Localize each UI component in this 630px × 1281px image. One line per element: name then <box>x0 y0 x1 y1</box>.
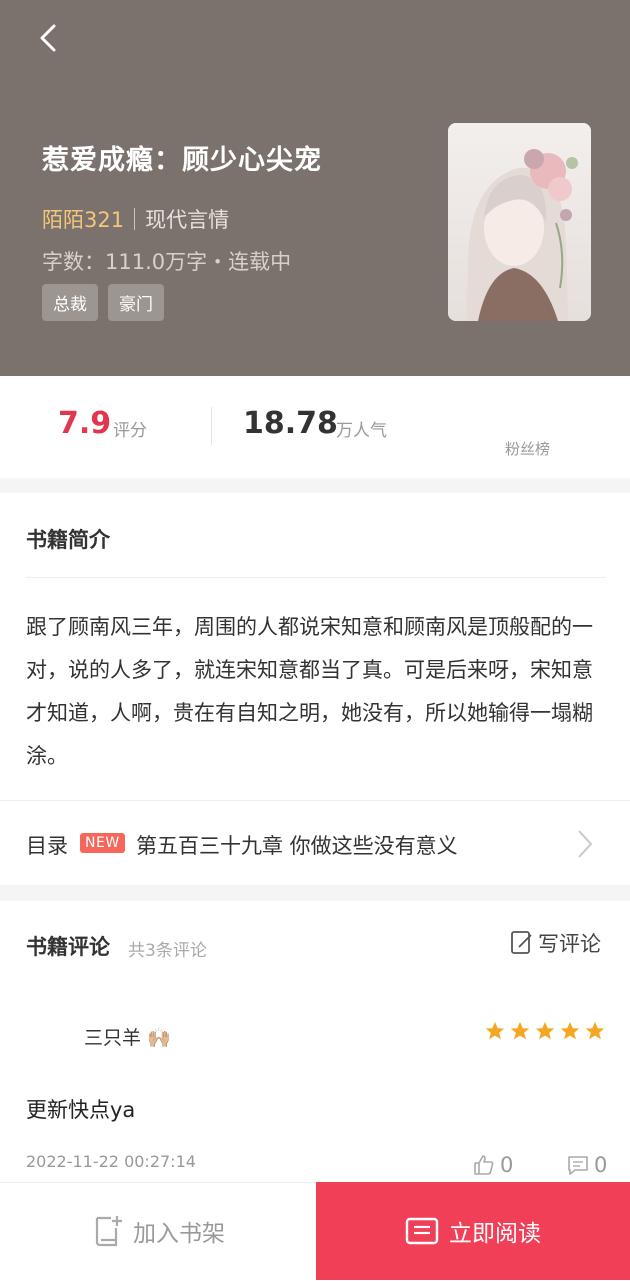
intro-text[interactable]: 跟了顾南风三年，周围的人都说宋知意和顾南风是顶般配的一对，说的人多了，就连宋知意… <box>26 606 606 778</box>
book-header: 惹爱成瘾：顾少心尖宠 陌陌321 现代言情 字数：111.0万字・连载中 总裁 豪… <box>0 0 630 376</box>
star-icon <box>535 1021 555 1040</box>
write-review-label: 写评论 <box>538 932 601 956</box>
book-cover-image <box>448 123 591 321</box>
review-count: 共3条评论 <box>128 941 207 961</box>
edit-icon <box>511 931 532 954</box>
new-badge: NEW <box>80 833 125 853</box>
stats-divider <box>211 407 212 445</box>
add-to-shelf-button[interactable]: 加入书架 <box>0 1182 316 1280</box>
write-review-button[interactable]: 写评论 <box>510 928 601 958</box>
toc-label[interactable]: 目录 <box>26 830 68 860</box>
review-date: 2022-11-22 00:27:14 <box>26 1152 196 1171</box>
review-content[interactable]: 更新快点ya <box>26 1094 135 1124</box>
comment-icon <box>568 1156 588 1175</box>
popularity-label: 万人气 <box>336 421 387 441</box>
book-open-icon <box>405 1217 439 1245</box>
popularity-value: 18.78 <box>243 406 338 441</box>
word-count-status: 字数：111.0万字・连载中 <box>42 250 292 274</box>
reply-count: 0 <box>594 1153 608 1177</box>
fans-ranking-link[interactable]: 粉丝榜 <box>505 438 550 459</box>
thumbs-up-icon <box>474 1155 494 1175</box>
meta-divider <box>134 208 136 230</box>
review-username[interactable]: 三只羊 🙌🏼 <box>84 1023 171 1050</box>
star-icon <box>585 1021 605 1040</box>
chevron-right-icon[interactable] <box>574 828 594 860</box>
review-rating <box>484 1020 606 1042</box>
star-icon <box>510 1021 530 1040</box>
tag-chip[interactable]: 总裁 <box>42 284 98 321</box>
read-now-label: 立即阅读 <box>449 1221 541 1247</box>
like-count: 0 <box>500 1153 514 1177</box>
star-icon <box>485 1021 505 1040</box>
score-value: 7.9 <box>58 406 112 441</box>
divider <box>26 577 606 578</box>
latest-chapter-link[interactable]: 第五百三十九章 你做这些没有意义 <box>136 830 458 860</box>
read-now-button[interactable]: 立即阅读 <box>316 1182 630 1280</box>
reply-button[interactable]: 0 <box>566 1153 607 1177</box>
book-title: 惹爱成瘾：顾少心尖宠 <box>42 145 322 176</box>
star-icon <box>560 1021 580 1040</box>
author-link[interactable]: 陌陌321 <box>42 208 124 232</box>
category-label: 现代言情 <box>145 208 230 232</box>
intro-title: 书籍简介 <box>26 528 110 552</box>
add-to-shelf-label: 加入书架 <box>133 1221 225 1247</box>
tag-chip[interactable]: 豪门 <box>108 284 164 321</box>
tag-list: 总裁 豪门 <box>42 284 164 321</box>
like-button[interactable]: 0 <box>472 1153 513 1177</box>
score-label: 评分 <box>113 421 147 441</box>
back-arrow-icon[interactable] <box>36 20 66 60</box>
reviews-title: 书籍评论 <box>26 935 110 959</box>
add-bookshelf-icon <box>95 1216 122 1247</box>
author-category-line: 陌陌321 现代言情 <box>42 204 229 234</box>
